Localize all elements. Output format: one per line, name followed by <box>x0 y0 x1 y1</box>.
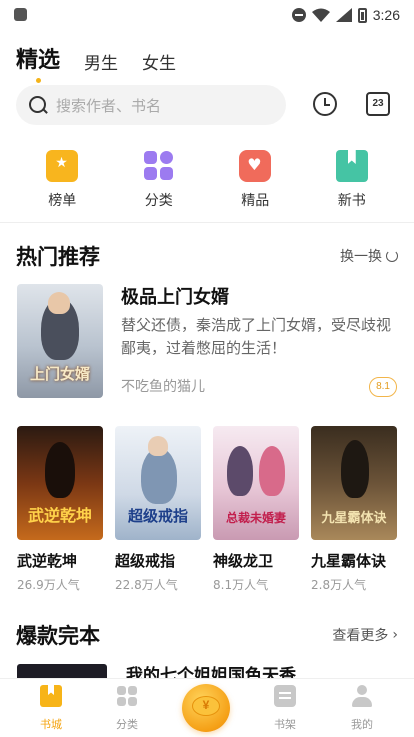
coin-reward-button[interactable]: ¥ <box>182 684 230 732</box>
cover-title: 总裁未婚妻 <box>225 511 286 525</box>
cover-title: 上门女婿 <box>29 365 90 383</box>
user-icon <box>351 685 373 707</box>
featured-book-cover[interactable]: 上门女婿 <box>17 284 103 398</box>
search-placeholder: 搜索作者、书名 <box>56 96 162 115</box>
bookshelf-icon <box>274 685 296 707</box>
book-cover: 九星霸体诀 <box>311 426 397 540</box>
nav-label: 我的 <box>351 718 373 731</box>
search-icon <box>28 95 48 115</box>
see-more-label: 查看更多 <box>332 628 389 644</box>
book-cover: 总裁未婚妻 <box>213 426 299 540</box>
signal-icon <box>335 8 352 22</box>
nav-bookstore[interactable]: 书城 <box>21 685 81 732</box>
ranking-icon <box>46 150 79 182</box>
book-cover: 超级戒指 <box>115 426 201 540</box>
active-tab-indicator <box>36 78 41 83</box>
see-more-button[interactable]: 查看更多 › <box>332 625 398 645</box>
category-label: 榜单 <box>48 193 77 209</box>
book-popularity: 22.8万人气 <box>115 578 178 592</box>
app-notification-icon <box>14 8 27 21</box>
cover-title: 武逆乾坤 <box>27 506 92 525</box>
calendar-icon[interactable]: 23 <box>366 92 390 116</box>
nav-label: 书城 <box>40 718 62 731</box>
refresh-label: 换一换 <box>340 249 382 265</box>
book-title: 九星霸体诀 <box>311 552 387 570</box>
finished-section-title: 爆款完本 <box>16 624 100 648</box>
category-icon <box>143 150 175 182</box>
category-shortcuts: 榜单 分类 精品 新书 <box>0 150 414 210</box>
hot-section-title: 热门推荐 <box>16 245 100 269</box>
status-time: 3:26 <box>372 7 400 23</box>
book-grid: 武逆乾坤 武逆乾坤 26.9万人气 超级戒指 超级戒指 22.8万人气 总裁未婚… <box>17 426 397 593</box>
book-card[interactable]: 超级戒指 超级戒指 22.8万人气 <box>115 426 201 593</box>
divider <box>0 222 414 223</box>
category-label: 分类 <box>144 193 173 209</box>
chevron-right-icon: › <box>392 627 398 643</box>
search-input[interactable]: 搜索作者、书名 <box>16 85 286 125</box>
tab-featured[interactable]: 精选 <box>16 42 61 83</box>
score-badge: 8.1 <box>369 377 397 397</box>
gold-ingot-icon: ¥ <box>192 696 220 716</box>
book-card[interactable]: 武逆乾坤 武逆乾坤 26.9万人气 <box>17 426 103 593</box>
wifi-icon <box>311 8 330 22</box>
do-not-disturb-icon <box>291 8 306 22</box>
category-classify[interactable]: 分类 <box>111 150 208 210</box>
category-label: 精品 <box>241 193 270 209</box>
nav-label: 分类 <box>116 718 138 731</box>
book-popularity: 8.1万人气 <box>213 578 269 592</box>
bookstore-icon <box>40 685 62 707</box>
tab-label: 精选 <box>16 48 61 73</box>
book-title: 神级龙卫 <box>213 552 274 570</box>
nav-profile[interactable]: 我的 <box>332 685 392 732</box>
book-cover: 武逆乾坤 <box>17 426 103 540</box>
tab-female[interactable]: 女生 <box>142 49 176 74</box>
featured-book-title[interactable]: 极品上门女婿 <box>121 283 229 309</box>
refresh-button[interactable]: 换一换 <box>340 246 398 266</box>
category-premium[interactable]: 精品 <box>207 150 304 210</box>
nav-category[interactable]: 分类 <box>97 685 157 732</box>
cover-title: 九星霸体诀 <box>321 511 387 526</box>
book-card[interactable]: 总裁未婚妻 神级龙卫 8.1万人气 <box>213 426 299 593</box>
book-popularity: 2.8万人气 <box>311 578 367 592</box>
category-icon <box>116 685 138 707</box>
cover-title: 超级戒指 <box>127 507 188 525</box>
category-ranking[interactable]: 榜单 <box>14 150 111 210</box>
book-title: 武逆乾坤 <box>17 552 78 570</box>
category-label: 新书 <box>337 193 366 209</box>
history-icon[interactable] <box>313 92 337 116</box>
category-new-books[interactable]: 新书 <box>304 150 401 210</box>
status-bar: 3:26 <box>0 0 414 30</box>
nav-bookshelf[interactable]: 书架 <box>255 685 315 732</box>
top-tabs: 精选 男生 女生 <box>16 42 176 83</box>
new-book-icon <box>335 150 368 182</box>
book-popularity: 26.9万人气 <box>17 578 80 592</box>
premium-icon <box>239 150 272 182</box>
book-card[interactable]: 九星霸体诀 九星霸体诀 2.8万人气 <box>311 426 397 593</box>
featured-book-author: 不吃鱼的猫儿 <box>121 379 205 395</box>
book-title: 超级戒指 <box>115 552 176 570</box>
featured-book-description: 替父还债，秦浩成了上门女婿，受尽歧视鄙夷，过着憋屈的生活！ <box>121 316 392 357</box>
nav-label: 书架 <box>274 718 296 731</box>
tab-male[interactable]: 男生 <box>84 49 118 74</box>
battery-icon <box>357 7 367 23</box>
refresh-icon <box>386 250 398 262</box>
